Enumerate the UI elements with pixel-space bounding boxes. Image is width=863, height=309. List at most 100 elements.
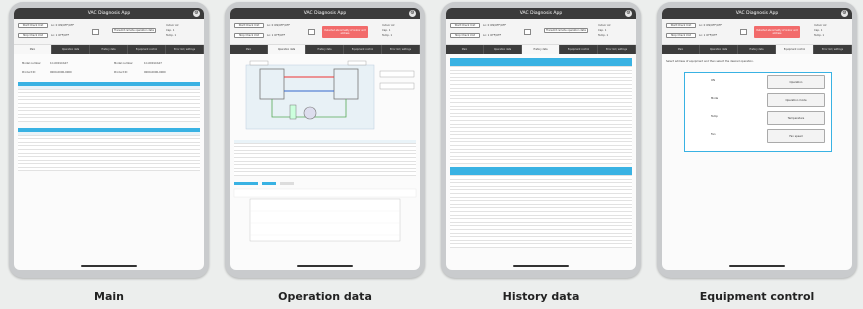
indoor-table [18, 86, 200, 122]
field-value: 0000-0000-0000 [50, 71, 72, 74]
temperature-button[interactable]: Temperature [767, 111, 825, 125]
status-line: Temp. 1 [598, 34, 609, 37]
status-line: Cap. 1 [814, 29, 823, 32]
control-panel-box: ON Operation Mode Operation mode Temp Te… [684, 72, 832, 152]
status-line: Temp. 1 [382, 34, 393, 37]
left-value: Lo: 0 ON/OFF/OFF [483, 24, 506, 27]
tab-main[interactable]: Main [230, 45, 268, 54]
field-value: 1C-0001CA07 [144, 62, 162, 65]
stop-check-button[interactable]: Stop Check Unit [666, 33, 696, 38]
caption-equipment: Equipment control [699, 290, 815, 303]
control-label: Temp [711, 115, 718, 118]
screen-equipment: VAC Diagnosis App ⚙ Start Check Unit Sto… [662, 8, 852, 270]
gear-icon[interactable]: ⚙ [625, 10, 632, 17]
transmit-button[interactable]: Transmit remote operation data [112, 28, 156, 33]
field-value: 1C-0001CA07 [50, 62, 68, 65]
tab-equipment[interactable]: Equipment control [344, 45, 382, 54]
screen-operation: VAC Diagnosis App ⚙ Start Check Unit Sto… [230, 8, 420, 270]
tab-operation[interactable]: Operation data [52, 45, 90, 54]
outdoor-table [18, 131, 200, 172]
caption-main: Main [94, 290, 124, 303]
left-value: Lo: 1 OFF/OFF [267, 34, 286, 37]
tab-bar: Main Operation data History data Equipme… [662, 45, 852, 54]
alarm-banner: Detected abnormality of indoor unit addr… [322, 26, 368, 38]
tab-errors[interactable]: Error list / settings [382, 45, 420, 54]
fan-speed-button[interactable]: Fan speed [767, 129, 825, 143]
tab-operation[interactable]: Operation data [484, 45, 522, 54]
graph-button[interactable] [280, 181, 294, 185]
gear-icon[interactable]: ⚙ [841, 10, 848, 17]
tab-history[interactable]: History data [522, 45, 560, 54]
gear-icon[interactable]: ⚙ [409, 10, 416, 17]
tab-history[interactable]: History data [306, 45, 344, 54]
tablet-history: VAC Diagnosis App ⚙ Start Check Unit Sto… [441, 2, 641, 278]
remote-icon [524, 29, 531, 35]
control-note: Select address of equipment and then sel… [666, 60, 754, 63]
field-label: Model number [22, 62, 41, 65]
transmit-button[interactable]: Transmit remote operation data [544, 28, 588, 33]
start-check-button[interactable]: Start Check Unit [666, 23, 696, 28]
title-bar: VAC Diagnosis App ⚙ [662, 8, 852, 19]
tab-main[interactable]: Main [446, 45, 484, 54]
stop-check-button[interactable]: Stop Check Unit [18, 33, 48, 38]
tab-history[interactable]: History data [738, 45, 776, 54]
caption-history: History data [502, 290, 580, 303]
tab-main[interactable]: Main [662, 45, 700, 54]
field-label: Product ID [22, 71, 36, 74]
tab-errors[interactable]: Error list / settings [166, 45, 204, 54]
left-value: Lo: 1 OFF/OFF [483, 34, 502, 37]
tab-main[interactable]: Main [14, 45, 52, 54]
history-table-indoor [450, 62, 632, 165]
tab-equipment[interactable]: Equipment control [560, 45, 598, 54]
operation-button[interactable]: Operation [767, 75, 825, 89]
status-line: Indoor Air [382, 24, 395, 27]
tab-errors[interactable]: Error list / settings [814, 45, 852, 54]
graph-button[interactable] [262, 181, 276, 185]
tab-bar: Main Operation data History data Equipme… [230, 45, 420, 54]
left-value: Lo: 0 ON/OFF/OFF [267, 24, 290, 27]
status-line: Indoor Air [166, 24, 179, 27]
title-bar: VAC Diagnosis App ⚙ [14, 8, 204, 19]
refrigerant-diagram [245, 60, 415, 130]
status-line: Temp. 1 [166, 34, 177, 37]
tab-bar: Main Operation data History data Equipme… [446, 45, 636, 54]
graph-button[interactable] [234, 181, 258, 185]
control-label: ON [711, 79, 715, 82]
status-line: Cap. 1 [166, 29, 175, 32]
tab-history[interactable]: History data [90, 45, 128, 54]
stop-check-button[interactable]: Stop Check Unit [234, 33, 264, 38]
alarm-banner: Detected abnormality of indoor unit addr… [754, 26, 800, 38]
title-bar: VAC Diagnosis App ⚙ [446, 8, 636, 19]
start-check-button[interactable]: Start Check Unit [18, 23, 48, 28]
stop-check-button[interactable]: Stop Check Unit [450, 33, 480, 38]
tab-bar: Main Operation data History data Equipme… [14, 45, 204, 54]
home-indicator [297, 265, 353, 267]
tab-equipment[interactable]: Equipment control [128, 45, 166, 54]
gear-icon[interactable]: ⚙ [193, 10, 200, 17]
control-panel: Start Check Unit Stop Check Unit Lo: 0 O… [230, 19, 420, 45]
model-fields: Model number 1C-0001CA07 Model number 1C… [14, 54, 204, 82]
screen-history: VAC Diagnosis App ⚙ Start Check Unit Sto… [446, 8, 636, 270]
tab-equipment[interactable]: Equipment control [776, 45, 814, 54]
caption-operation: Operation data [278, 290, 372, 303]
title-bar: VAC Diagnosis App ⚙ [230, 8, 420, 19]
start-check-button[interactable]: Start Check Unit [450, 23, 480, 28]
start-check-button[interactable]: Start Check Unit [234, 23, 264, 28]
mode-button[interactable]: Operation mode [767, 93, 825, 107]
status-line: Cap. 1 [598, 29, 607, 32]
tablet-operation: VAC Diagnosis App ⚙ Start Check Unit Sto… [225, 2, 425, 278]
control-label: Mode [711, 97, 719, 100]
status-line: Cap. 1 [382, 29, 391, 32]
status-line: Temp. 1 [814, 34, 825, 37]
left-value: Lo: 0 ON/OFF/OFF [699, 24, 722, 27]
history-table-outdoor [450, 171, 632, 248]
control-panel: Start Check Unit Stop Check Unit Lo: 0 O… [14, 19, 204, 45]
tab-operation[interactable]: Operation data [268, 45, 306, 54]
tab-operation[interactable]: Operation data [700, 45, 738, 54]
screenshot-gallery: VAC Diagnosis App ⚙ Start Check Unit Sto… [0, 0, 863, 309]
operation-table [234, 140, 416, 176]
control-panel: Start Check Unit Stop Check Unit Lo: 0 O… [446, 19, 636, 45]
home-indicator [729, 265, 785, 267]
tab-errors[interactable]: Error list / settings [598, 45, 636, 54]
home-indicator [513, 265, 569, 267]
